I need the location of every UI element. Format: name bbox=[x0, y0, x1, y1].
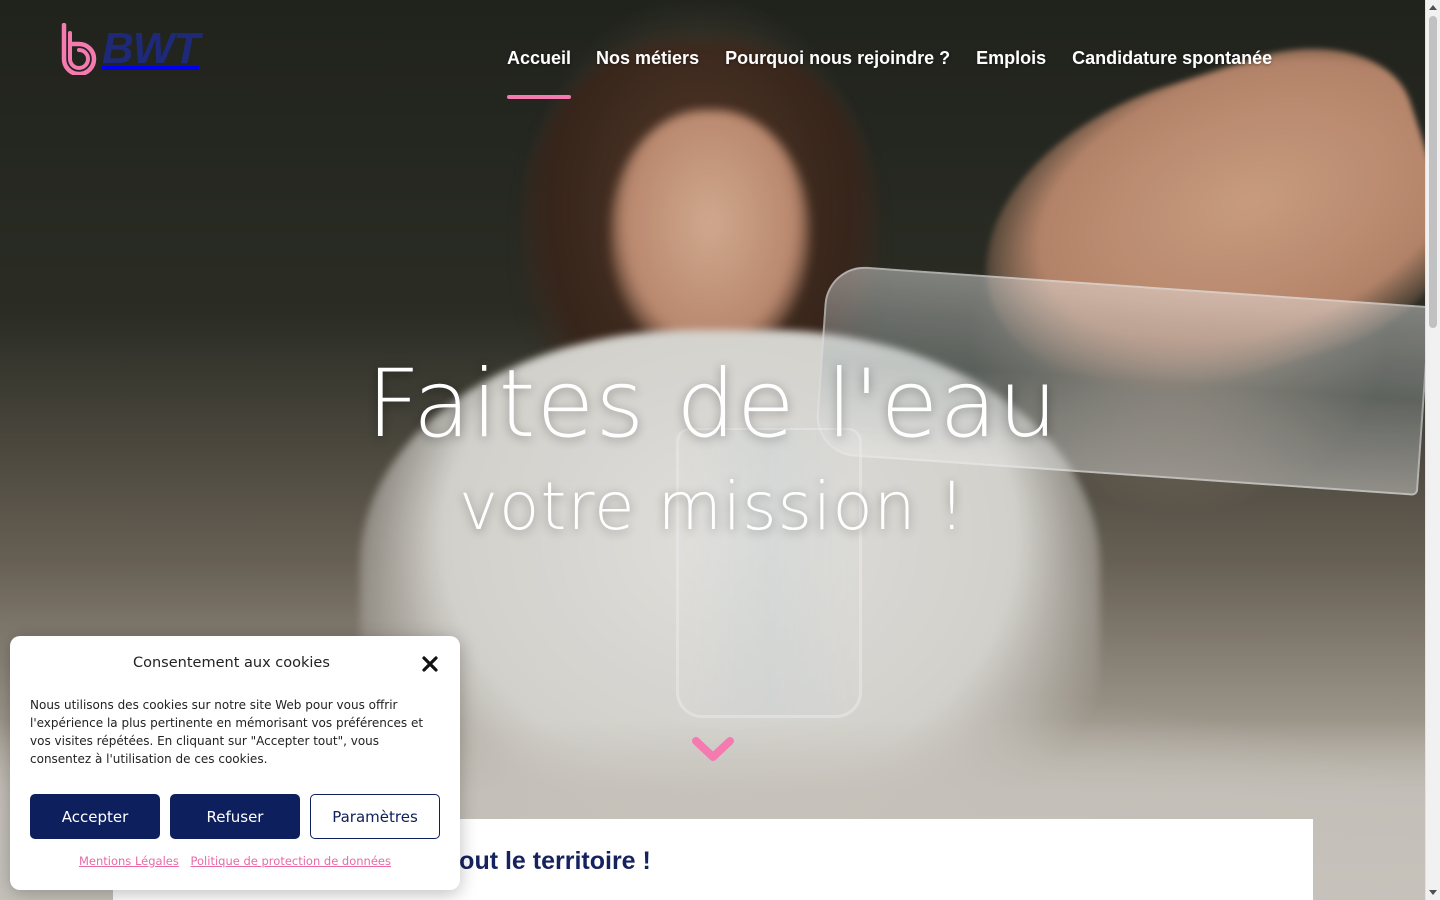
legal-notice-link[interactable]: Mentions Légales bbox=[79, 854, 179, 868]
scroll-down-arrow-icon[interactable] bbox=[1429, 890, 1437, 895]
cookie-dialog-text: Nous utilisons des cookies sur notre sit… bbox=[30, 698, 424, 766]
chevron-down-icon[interactable] bbox=[690, 735, 736, 765]
cookie-dialog-title: Consentement aux cookies bbox=[133, 655, 330, 671]
hero-subtitle: votre mission ! bbox=[459, 468, 966, 545]
nav-item-candidature-spontanee[interactable]: Candidature spontanée bbox=[1072, 48, 1272, 99]
nav-item-nos-metiers[interactable]: Nos métiers bbox=[596, 48, 699, 99]
accept-cookies-button[interactable]: Accepter bbox=[30, 794, 160, 839]
brand-logo[interactable]: BWT bbox=[58, 22, 214, 76]
privacy-policy-link[interactable]: Politique de protection de données bbox=[191, 854, 392, 868]
cookie-dialog-links: Mentions Légales Politique de protection… bbox=[10, 854, 460, 868]
close-icon[interactable] bbox=[420, 654, 440, 674]
cookie-settings-button[interactable]: Paramètres bbox=[310, 794, 440, 839]
nav-item-pourquoi-nous-rejoindre[interactable]: Pourquoi nous rejoindre ? bbox=[725, 48, 950, 99]
refuse-cookies-button[interactable]: Refuser bbox=[170, 794, 300, 839]
hero-title: Faites de l'eau bbox=[366, 350, 1059, 459]
scroll-up-arrow-icon[interactable] bbox=[1429, 5, 1437, 10]
scrollbar-thumb[interactable] bbox=[1429, 16, 1437, 328]
brand-wordmark: BWT bbox=[102, 24, 200, 73]
nav-item-accueil[interactable]: Accueil bbox=[507, 48, 572, 99]
main-navigation: Accueil Nos métiers Pourquoi nous rejoin… bbox=[507, 48, 1272, 99]
cookie-consent-dialog: Consentement aux cookies Nous utilisons … bbox=[10, 636, 460, 890]
bwt-swirl-logo-icon bbox=[61, 23, 97, 75]
nav-item-emplois[interactable]: Emplois bbox=[976, 48, 1046, 99]
page-scrollbar[interactable] bbox=[1425, 0, 1440, 900]
